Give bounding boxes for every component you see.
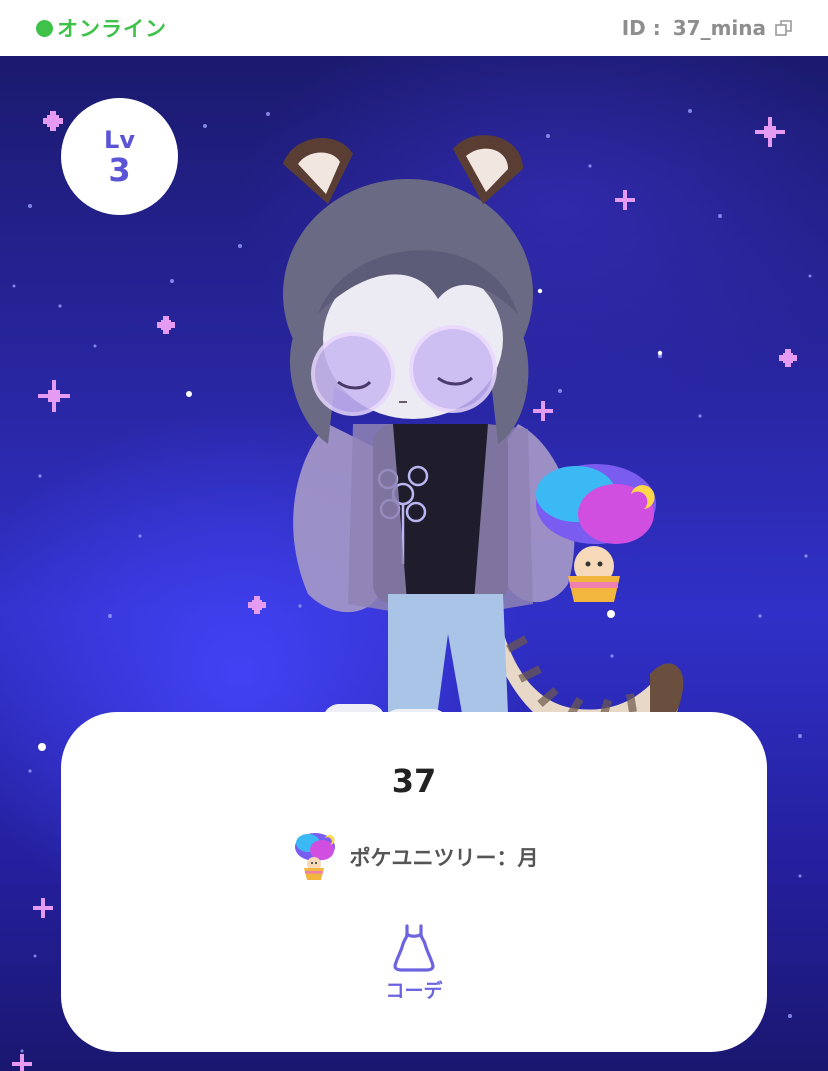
avatar-image[interactable]: [258, 124, 698, 764]
online-status: オンライン: [36, 14, 167, 42]
sparkle-icon: [38, 380, 70, 412]
online-dot-icon: [36, 19, 53, 37]
user-id: ID : 37_mina: [622, 14, 794, 42]
sparkle-icon: [157, 316, 175, 334]
level-value: 3: [108, 150, 131, 189]
sparkle-icon: [755, 117, 785, 147]
user-id-value: 37_mina: [672, 16, 766, 40]
sparkle-icon: [43, 111, 63, 131]
sparkle-icon: [12, 1054, 32, 1071]
level-label: Lv: [104, 125, 135, 154]
pet-name-text: ポケユニツリー：月: [349, 846, 539, 870]
copy-icon[interactable]: [774, 18, 794, 38]
pet-row: ポケユニツリー：月: [61, 830, 767, 884]
coordinate-label: コーデ: [385, 980, 443, 1002]
avatar-stage: Lv 3 37 ポケユニツリー：月 コーデ: [0, 56, 828, 1071]
player-name: 37: [391, 762, 437, 800]
cloud-tree-pet-icon: [294, 833, 335, 880]
level-badge: Lv 3: [61, 98, 178, 215]
dress-icon: [393, 924, 435, 972]
user-id-label: ID :: [621, 16, 661, 40]
sparkle-icon: [33, 898, 53, 918]
status-text: オンライン: [57, 17, 167, 41]
sparkle-icon: [779, 349, 797, 367]
profile-card: 37 ポケユニツリー：月 コーデ: [61, 712, 767, 1052]
coordinate-button[interactable]: コーデ: [364, 922, 464, 1012]
top-bar: オンライン ID : 37_mina: [0, 0, 828, 56]
